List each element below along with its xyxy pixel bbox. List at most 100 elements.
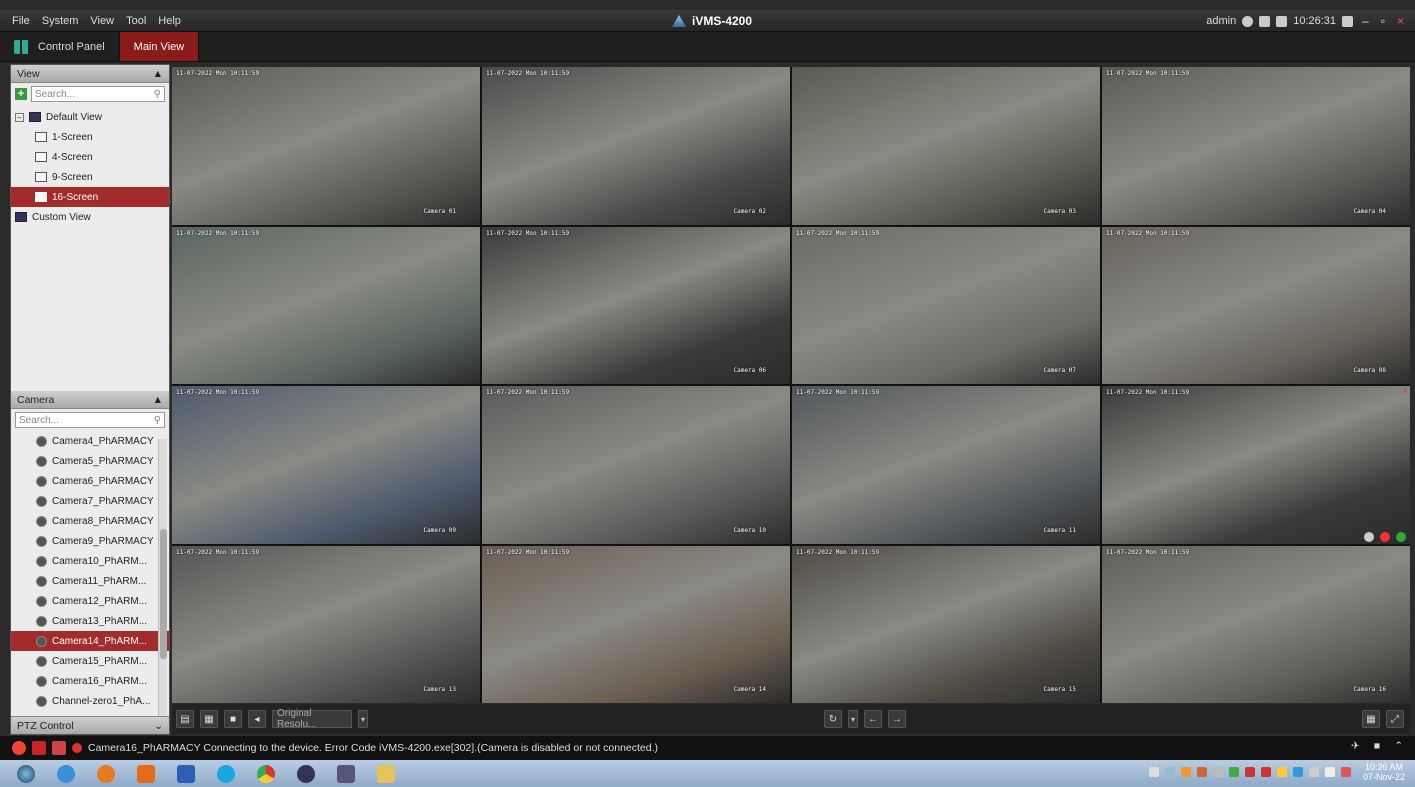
device-icon[interactable] <box>52 741 66 755</box>
video-cell[interactable]: 11-07-2022 Mon 10:11:59 Camera 06 <box>482 226 790 384</box>
camera-panel-header[interactable]: Camera ▲ <box>11 391 169 409</box>
tray-app-icon[interactable] <box>1228 767 1239 777</box>
taskbar-clock[interactable]: 10:26 AM 07-Nov-22 <box>1363 762 1405 782</box>
view-panel-header[interactable]: View ▲ <box>11 65 169 83</box>
camera-item[interactable]: Camera9_PhARMACY <box>11 531 169 551</box>
camera-item[interactable]: Camera16_PhARM... <box>11 671 169 691</box>
close-icon[interactable]: × <box>1394 14 1407 28</box>
search-icon[interactable]: ⚲ <box>154 415 161 426</box>
network-icon[interactable] <box>1242 15 1254 27</box>
minimize-icon[interactable]: – <box>1359 14 1372 28</box>
video-cell[interactable]: Camera 03 <box>792 67 1100 225</box>
camera-item[interactable]: Channel-zero1_PhA... <box>11 691 169 711</box>
taskbar-media[interactable] <box>290 763 322 785</box>
tree-custom-view[interactable]: Custom View <box>15 207 165 227</box>
alarm-icon[interactable] <box>12 741 26 755</box>
video-cell[interactable]: 11-07-2022 Mon 10:11:59 Camera 14 <box>482 545 790 703</box>
save-view-icon[interactable]: ▤ <box>176 710 194 728</box>
restore-icon[interactable]: ▫ <box>1378 14 1388 28</box>
collapse-up-icon[interactable]: ▲ <box>153 68 163 80</box>
tab-control-panel[interactable]: Control Panel <box>0 32 120 61</box>
tray-app-icon[interactable] <box>1260 767 1271 777</box>
taskbar-word[interactable] <box>170 763 202 785</box>
pin-icon[interactable]: ✈ <box>1351 740 1360 752</box>
restore-panel-icon[interactable]: ■ <box>1374 740 1380 752</box>
zoom-icon[interactable] <box>1396 531 1406 542</box>
stop-all-icon[interactable]: ■ <box>224 710 242 728</box>
add-view-icon[interactable]: + <box>15 88 27 100</box>
tray-app-icon[interactable] <box>1244 767 1255 777</box>
next-page-icon[interactable]: → <box>888 710 906 728</box>
start-button[interactable] <box>10 763 42 785</box>
video-cell[interactable]: 11-07-2022 Mon 10:11:59 Camera 15 <box>792 545 1100 703</box>
video-cell[interactable]: 11-07-2022 Mon 10:11:59 Camera 11 <box>792 386 1100 544</box>
taskbar-explorer[interactable] <box>370 763 402 785</box>
taskbar-firefox[interactable] <box>90 763 122 785</box>
camera-item[interactable]: Camera5_PhARMACY <box>11 451 169 471</box>
collapse-up-icon[interactable]: ▲ <box>153 394 163 406</box>
camera-item[interactable]: Camera11_PhARM... <box>11 571 169 591</box>
menu-help[interactable]: Help <box>152 15 187 27</box>
camera-list-scrollbar[interactable] <box>158 439 167 721</box>
camera-item[interactable]: Camera4_PhARMACY <box>11 431 169 451</box>
cpu-icon[interactable] <box>1259 15 1271 27</box>
menu-view[interactable]: View <box>84 15 120 27</box>
camera-search-input[interactable]: Search... ⚲ <box>15 412 165 428</box>
window-division-icon[interactable]: ▦ <box>1362 710 1380 728</box>
menu-tool[interactable]: Tool <box>120 15 152 27</box>
layout-icon[interactable]: ▦ <box>200 710 218 728</box>
video-cell[interactable]: 11-07-2022 Mon 10:11:59 Camera 07 <box>792 226 1100 384</box>
video-cell[interactable]: 11-07-2022 Mon 10:11:59 Camera 08 <box>1102 226 1410 384</box>
tray-app-icon[interactable] <box>1212 767 1223 777</box>
ptz-control-header[interactable]: PTZ Control ⌄ <box>11 716 169 734</box>
event-icon[interactable] <box>32 741 46 755</box>
taskbar-outlook[interactable] <box>130 763 162 785</box>
tray-flag-icon[interactable] <box>1148 767 1159 777</box>
previous-page-icon[interactable]: ← <box>864 710 882 728</box>
camera-item[interactable]: Camera15_PhARM... <box>11 651 169 671</box>
scrollbar-thumb[interactable] <box>160 529 167 659</box>
chevron-down-icon[interactable]: ⌄ <box>154 720 163 732</box>
camera-item[interactable]: Camera10_PhARM... <box>11 551 169 571</box>
video-cell[interactable]: 11-07-2022 Mon 10:11:59 Camera 16 <box>1102 545 1410 703</box>
lock-icon[interactable] <box>1342 15 1354 27</box>
refresh-icon[interactable]: ↻ <box>824 710 842 728</box>
tree-4-screen[interactable]: 4-Screen <box>15 147 165 167</box>
camera-item[interactable]: Camera12_PhARM... <box>11 591 169 611</box>
tree-1-screen[interactable]: 1-Screen <box>15 127 165 147</box>
taskbar-ie[interactable] <box>50 763 82 785</box>
camera-item[interactable]: Camera13_PhARM... <box>11 611 169 631</box>
tray-app-icon[interactable] <box>1292 767 1303 777</box>
expand-up-icon[interactable]: ⌃ <box>1394 740 1403 752</box>
memory-icon[interactable] <box>1276 15 1288 27</box>
menu-file[interactable]: File <box>6 15 36 27</box>
refresh-dropdown-icon[interactable]: ▾ <box>848 710 858 728</box>
menu-system[interactable]: System <box>36 15 85 27</box>
volume-icon[interactable]: ◂ <box>248 710 266 728</box>
tab-main-view[interactable]: Main View <box>119 32 200 113</box>
tray-volume-icon[interactable] <box>1324 767 1335 777</box>
tray-network-icon[interactable] <box>1164 767 1175 777</box>
audio-icon[interactable] <box>72 743 82 753</box>
capture-icon[interactable] <box>1364 531 1374 542</box>
close-cell-icon[interactable]: × <box>1402 386 1408 397</box>
camera-item-selected[interactable]: Camera14_PhARM... <box>11 631 169 651</box>
video-cell[interactable]: 11-07-2022 Mon 10:11:59 <box>172 226 480 384</box>
tree-9-screen[interactable]: 9-Screen <box>15 167 165 187</box>
record-icon[interactable] <box>1380 531 1390 542</box>
collapse-icon[interactable]: – <box>15 112 24 122</box>
tray-app-icon[interactable] <box>1196 767 1207 777</box>
video-cell[interactable]: 11-07-2022 Mon 10:11:59 Camera 10 <box>482 386 790 544</box>
camera-item[interactable]: Camera7_PhARMACY <box>11 491 169 511</box>
taskbar-ivms[interactable] <box>330 763 362 785</box>
stream-dropdown-arrow-icon[interactable]: ▾ <box>358 710 368 728</box>
tray-app-icon[interactable] <box>1276 767 1287 777</box>
tree-16-screen[interactable]: 16-Screen <box>11 187 169 207</box>
tray-app-icon[interactable] <box>1340 767 1351 777</box>
video-cell[interactable]: 11-07-2022 Mon 10:11:59 Camera 04 <box>1102 67 1410 225</box>
taskbar-chrome[interactable] <box>250 763 282 785</box>
tray-battery-icon[interactable] <box>1308 767 1319 777</box>
video-cell[interactable]: 11-07-2022 Mon 10:11:59 Camera 09 <box>172 386 480 544</box>
tray-app-icon[interactable] <box>1180 767 1191 777</box>
fullscreen-icon[interactable]: ⤢ <box>1386 710 1404 728</box>
